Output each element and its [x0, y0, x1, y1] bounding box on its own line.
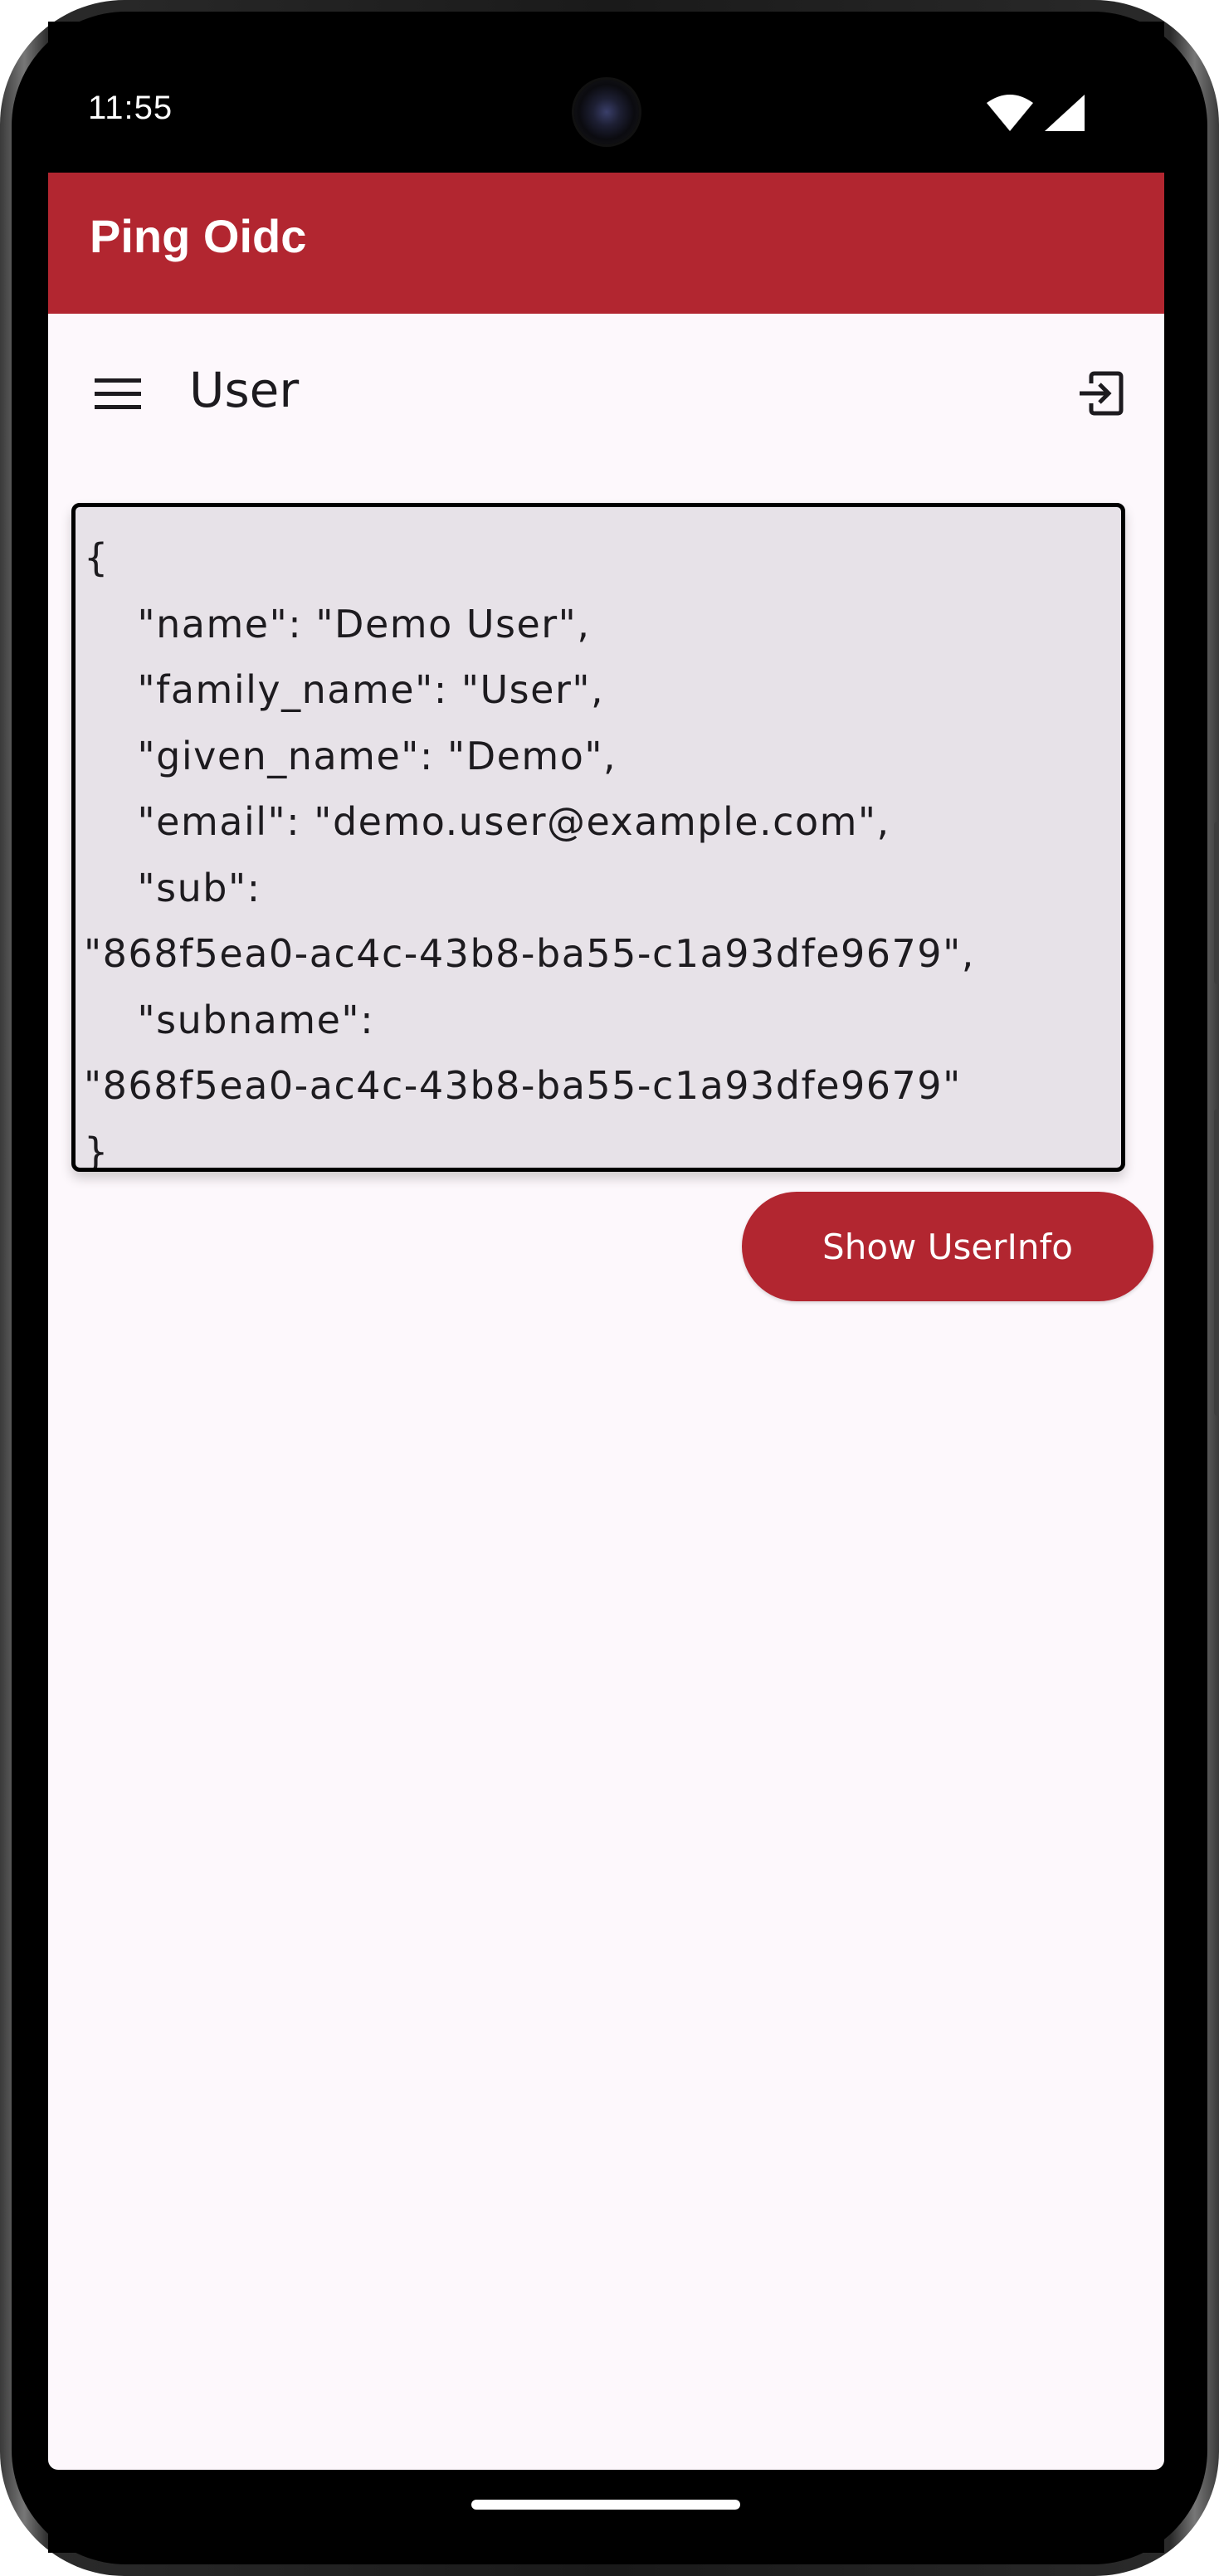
userinfo-json-box[interactable]: { "name": "Demo User", "family_name": "U…: [71, 503, 1125, 1172]
screen-title: User: [189, 362, 300, 418]
front-camera: [574, 80, 639, 144]
status-icons: [985, 93, 1101, 134]
device-frame: 11:55 Ping Oidc User {"name": "Demo Use…: [0, 0, 1219, 2576]
status-time: 11:55: [88, 90, 173, 126]
signal-icon: [1045, 95, 1085, 131]
logout-icon[interactable]: [1066, 359, 1136, 428]
volume-button: [1214, 1109, 1219, 1416]
navigation-bar: [48, 2470, 1164, 2553]
app-title: Ping Oidc: [90, 210, 307, 262]
show-userinfo-button[interactable]: Show UserInfo: [742, 1192, 1153, 1301]
screen-top-bar: User: [48, 314, 1164, 471]
app-bar: Ping Oidc: [48, 173, 1164, 314]
power-button: [1214, 822, 1219, 984]
menu-icon[interactable]: [83, 359, 153, 428]
status-bar: 11:55: [48, 22, 1164, 173]
userinfo-json-text: { "name": "Demo User", "family_name": "U…: [84, 535, 975, 1172]
screen: 11:55 Ping Oidc User {"name": "Demo Use…: [48, 22, 1164, 2470]
home-indicator[interactable]: [471, 2500, 740, 2510]
wifi-icon: [987, 95, 1033, 131]
